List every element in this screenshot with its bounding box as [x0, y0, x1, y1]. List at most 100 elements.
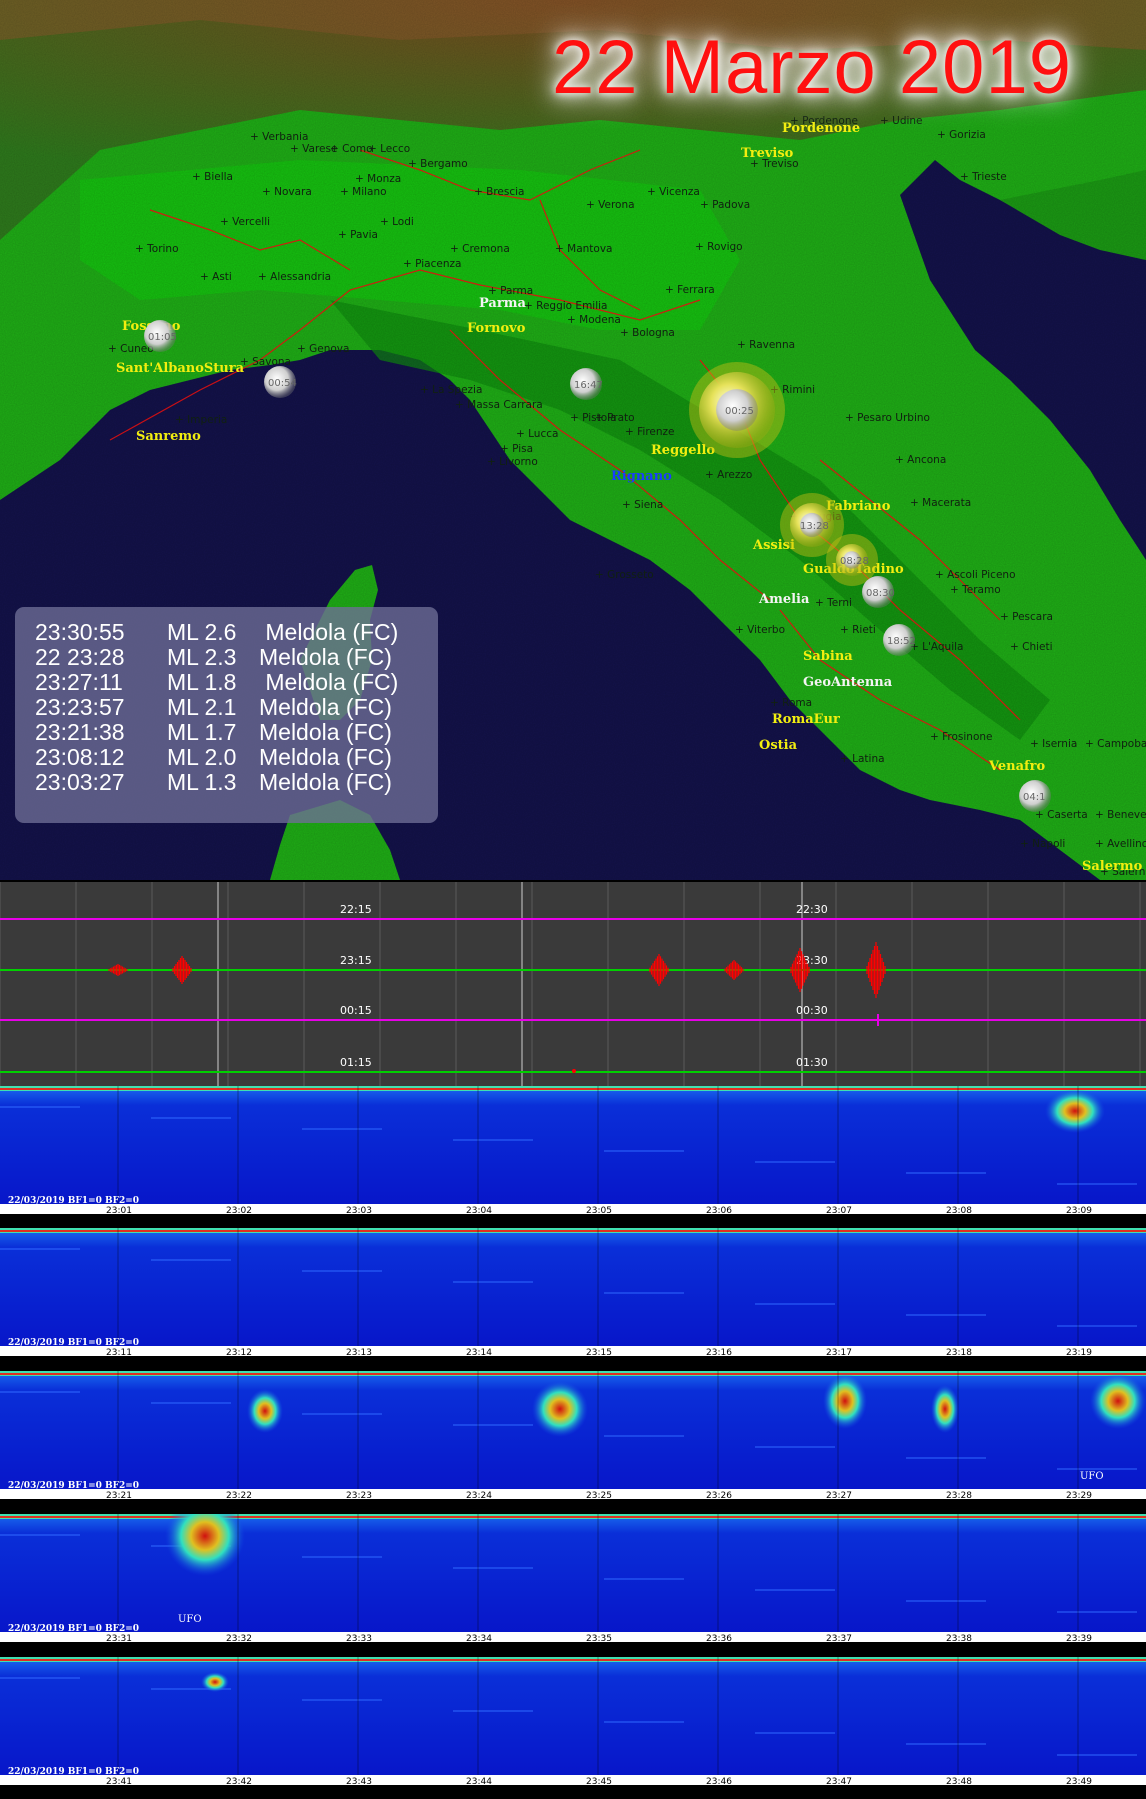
city-label: + Ascoli Piceno: [935, 569, 1016, 581]
spectrogram-panel-1: 23:01 23:02 23:03 23:04 23:05 23:06 23:07 23:08…: [0, 1086, 1146, 1214]
quake-time: 23:27:11: [35, 669, 123, 695]
quake-time: 23:21:38: [35, 719, 125, 745]
city-label: + Modena: [567, 314, 621, 326]
spectrogram-tick: 23:35: [586, 1634, 612, 1642]
city-label: + Vercelli: [220, 216, 270, 228]
spectrogram-tick: 23:13: [346, 1348, 372, 1356]
city-label: + Lecco: [368, 143, 410, 155]
spectrogram-tick: 23:25: [586, 1491, 612, 1499]
spectral-anomaly: [1090, 1373, 1146, 1429]
station-label: Treviso: [741, 146, 794, 161]
quake-magnitude: ML 1.8: [167, 669, 237, 695]
spectrogram-tick: 23:47: [826, 1777, 852, 1785]
city-label: + Milano: [340, 186, 387, 198]
event-time-label: 04:1: [1023, 792, 1045, 803]
city-label: + Gorizia: [937, 129, 986, 141]
quake-time: 23:23:57: [35, 694, 125, 720]
quake-magnitude: ML 1.3: [167, 769, 237, 795]
event-time-label: 01:05: [148, 332, 177, 343]
seismo-time-right: 23:30: [796, 954, 828, 967]
spectrogram-tick: 23:46: [706, 1777, 732, 1785]
station-label: Fornovo: [467, 321, 526, 336]
spectrogram-date: 22/03/2019 BF1=0 BF2=0: [8, 1767, 139, 1777]
spectrogram-tick: 23:45: [586, 1777, 612, 1785]
city-label: + Piacenza: [403, 258, 461, 270]
spectrogram-tick: 23:28: [946, 1491, 972, 1499]
quake-magnitude: ML 1.7: [167, 719, 237, 745]
spectrogram-tick: 23:38: [946, 1634, 972, 1642]
spectrogram-tick: 23:05: [586, 1206, 612, 1214]
city-label: + Macerata: [910, 497, 971, 509]
spectrogram-tick: 23:26: [706, 1491, 732, 1499]
city-label: + Imperia: [175, 414, 227, 426]
spectrogram-tick: 23:29: [1066, 1491, 1092, 1499]
spectrogram-tick: 23:01: [106, 1206, 132, 1214]
spectrogram-tick: 23:15: [586, 1348, 612, 1356]
city-label: + Caserta: [1035, 809, 1088, 821]
spectrogram-tick: 23:48: [946, 1777, 972, 1785]
spectrogram-panel-4: 23:31 23:32 23:33 23:34 23:35 23:36 23:37 23:38…: [0, 1514, 1146, 1642]
city-label: + Teramo: [950, 584, 1001, 596]
spectral-anomaly: [931, 1385, 959, 1433]
station-label: Parma: [479, 296, 526, 311]
quake-location: Meldola (FC): [259, 719, 392, 745]
spectrogram-tick: 23:18: [946, 1348, 972, 1356]
city-label: + Pavia: [338, 229, 378, 241]
event-time-label: 08:28: [840, 556, 869, 567]
spectrogram-tick: 23:37: [826, 1634, 852, 1642]
spectrogram-date: 22/03/2019 BF1=0 BF2=0: [8, 1196, 139, 1206]
city-label: + Ravenna: [737, 339, 795, 351]
city-label: + Firenze: [625, 426, 675, 438]
city-label: + Mantova: [555, 243, 612, 255]
city-label: + Grosseto: [595, 569, 654, 581]
station-label: Salermo: [1082, 859, 1143, 874]
city-label: + Reggio Emilia: [524, 300, 607, 312]
quake-location: Meldola (FC): [259, 694, 392, 720]
city-label: + Roma: [770, 697, 812, 709]
station-label: Amelia: [758, 592, 810, 607]
city-label: + Pisa: [500, 443, 533, 455]
city-label: + Savona: [240, 356, 291, 368]
city-label: + Novara: [262, 186, 312, 198]
quake-magnitude: ML 2.0: [167, 744, 237, 770]
city-label: + Rovigo: [695, 241, 743, 253]
spectrogram-tick: 23:31: [106, 1634, 132, 1642]
spectrogram-date: 22/03/2019 BF1=0 BF2=0: [8, 1624, 139, 1634]
spectrogram-tick: 23:14: [466, 1348, 492, 1356]
city-label: + Udine: [880, 115, 923, 127]
spectrogram-tick: 23:16: [706, 1348, 732, 1356]
city-label: + L'Aquila: [910, 641, 963, 653]
spectral-anomaly: [823, 1373, 867, 1429]
city-label: + Frosinone: [930, 731, 993, 743]
spectrogram-date: 22/03/2019 BF1=0 BF2=0: [8, 1338, 139, 1348]
station-label: Ostia: [759, 738, 798, 753]
spectrogram-tick: 23:17: [826, 1348, 852, 1356]
seismo-time-left: 22:15: [340, 903, 372, 916]
spectrogram-panel-2: 23:11 23:12 23:13 23:14 23:15 23:16 23:17 23:18…: [0, 1228, 1146, 1356]
spectrogram-tick: 23:33: [346, 1634, 372, 1642]
city-label: + Brescia: [474, 186, 524, 198]
seismo-time-left: 23:15: [340, 954, 372, 967]
quake-magnitude: ML 2.6: [167, 619, 237, 645]
city-label: + Monza: [355, 173, 401, 185]
city-label: + Bergamo: [408, 158, 468, 170]
city-label: + Prato: [595, 412, 635, 424]
city-label: + Biella: [192, 171, 233, 183]
ufo-annotation: UFO: [178, 1614, 202, 1625]
city-label: + Siena: [622, 499, 663, 511]
city-label: + Pesaro Urbino: [845, 412, 930, 424]
seismo-time-left: 01:15: [340, 1056, 372, 1069]
city-label: + Viterbo: [735, 624, 785, 636]
city-label: + Genova: [297, 343, 349, 355]
spectrogram-tick: 23:06: [706, 1206, 732, 1214]
spectrogram-date: 22/03/2019 BF1=0 BF2=0: [8, 1481, 139, 1491]
station-label: Sabina: [803, 649, 853, 664]
city-label: + Terni: [815, 597, 852, 609]
city-label: + Benevento: [1095, 809, 1146, 821]
city-label: + Cremona: [450, 243, 510, 255]
spectrogram-tick: 23:42: [226, 1777, 252, 1785]
spectrogram-tick: 23:19: [1066, 1348, 1092, 1356]
ufo-annotation: UFO: [1080, 1471, 1104, 1482]
spectrogram-tick: 23:43: [346, 1777, 372, 1785]
station-label: Pordenone: [782, 121, 860, 136]
